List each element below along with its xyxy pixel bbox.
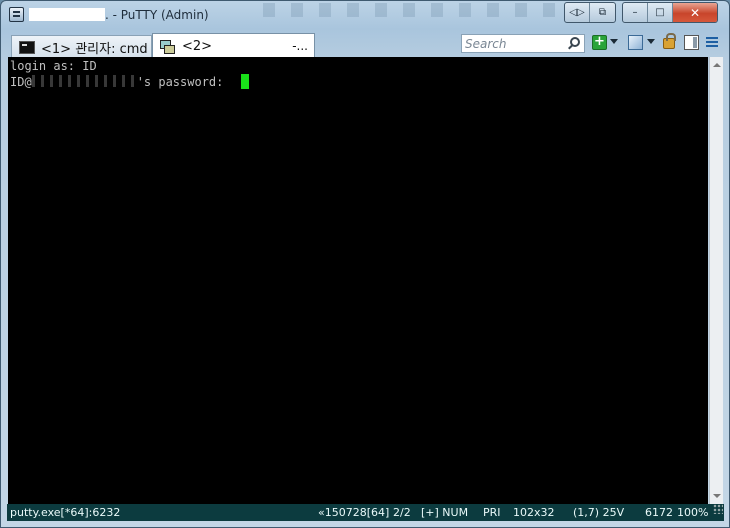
status-build[interactable]: «150728[64] (318, 504, 389, 521)
tab-toolbar: <1> 관리자: cmd <2> -... + (1, 29, 729, 59)
panel-icon[interactable] (684, 35, 699, 50)
resize-grip-icon[interactable] (713, 504, 723, 514)
status-flags[interactable]: [+] NUM (421, 504, 468, 521)
conemu-icon[interactable] (9, 7, 24, 22)
dropdown-icon[interactable] (647, 39, 655, 44)
window-title: . - PuTTY (Admin) (105, 8, 209, 22)
status-process[interactable]: putty.exe[*64]:6232 (10, 504, 120, 521)
status-bar: putty.exe[*64]:6232 «150728[64] 2/2 [+] … (7, 504, 724, 521)
password-prompt: 's password: (136, 75, 231, 89)
tab-putty[interactable]: <2> -... (152, 33, 315, 59)
terminal-cursor (241, 74, 249, 89)
status-console[interactable]: 2/2 (393, 504, 411, 521)
lock-icon[interactable] (663, 33, 676, 49)
terminal-line: login as: ID (10, 59, 97, 73)
maximize-alt-button[interactable]: ⧉ (590, 3, 615, 22)
add-console-icon[interactable]: + (592, 35, 607, 50)
cmd-icon (19, 41, 35, 54)
window-controls: – □ ✕ (622, 2, 718, 23)
terminal-line: ID@ 's password: (10, 74, 231, 90)
redacted-host (31, 75, 137, 87)
title-bar-blur (263, 3, 563, 17)
search-icon[interactable] (570, 37, 580, 47)
scroll-up-icon[interactable] (713, 63, 721, 67)
maximize-button[interactable]: □ (648, 3, 673, 22)
putty-window: . - PuTTY (Admin) ◁▷ ⧉ – □ ✕ <1> 관리자: cm… (0, 0, 730, 528)
terminal-user: ID@ (10, 75, 32, 89)
close-button[interactable]: ✕ (673, 3, 717, 22)
scroll-down-icon[interactable] (713, 494, 721, 498)
terminal-area[interactable]: login as: ID ID@ 's password: (8, 57, 708, 504)
putty-icon (160, 39, 175, 54)
view-icon[interactable] (628, 35, 643, 50)
extra-controls: ◁▷ ⧉ (564, 2, 616, 23)
dropdown-icon[interactable] (610, 39, 618, 44)
status-cursor[interactable]: (1,7) 25V (573, 504, 624, 521)
title-redaction (29, 8, 105, 21)
minimize-button[interactable]: – (623, 3, 648, 22)
tab-cmd[interactable]: <1> 관리자: cmd (11, 35, 152, 59)
tab-label: <2> (182, 39, 213, 54)
status-zoom[interactable]: 100% (677, 504, 708, 521)
status-size[interactable]: 102x32 (513, 504, 555, 521)
tab-label: <1> 관리자: cmd (41, 42, 148, 57)
search-input[interactable] (462, 35, 565, 52)
title-bar[interactable]: . - PuTTY (Admin) ◁▷ ⧉ – □ ✕ (1, 1, 729, 29)
menu-icon[interactable] (705, 35, 720, 50)
search-box (461, 34, 585, 53)
status-priority[interactable]: PRI (483, 504, 501, 521)
status-pid[interactable]: 6172 (645, 504, 673, 521)
terminal-scrollbar[interactable] (709, 57, 723, 504)
tab-suffix: -... (292, 39, 308, 53)
restore-alt-button[interactable]: ◁▷ (565, 3, 590, 22)
